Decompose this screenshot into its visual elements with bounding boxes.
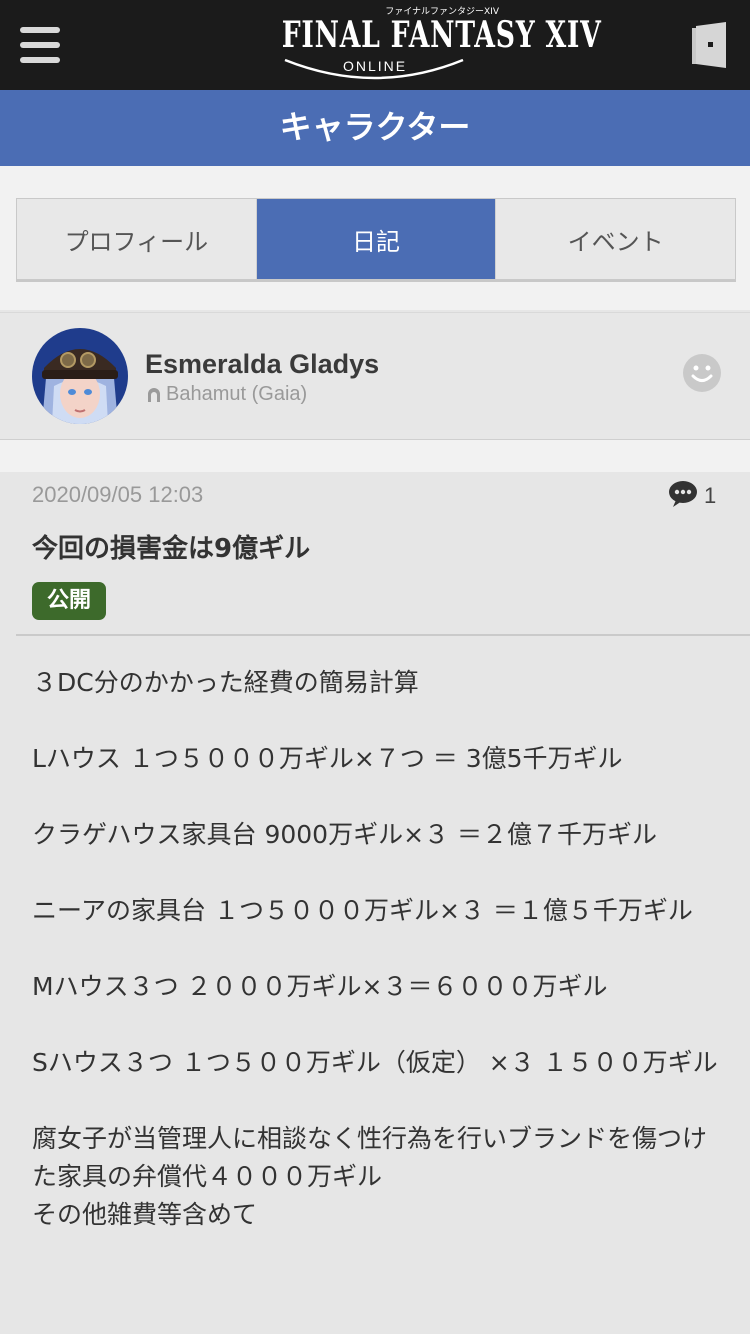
character-name[interactable]: Esmeralda Gladys (145, 349, 379, 380)
world-name: Bahamut (Gaia) (166, 383, 308, 405)
spacer (0, 440, 750, 472)
entry-paragraph: Lハウス １つ５０００万ギル×７つ ＝ 3億5千万ギル (32, 744, 623, 773)
entry-paragraph: Mハウス３つ ２０００万ギル×３＝６０００万ギル (32, 972, 608, 1001)
top-bar: ファイナルファンタジーXIV FINAL FANTASY XIV ONLINE (0, 0, 750, 90)
divider (16, 634, 750, 636)
character-card: Esmeralda Gladys Bahamut (Gaia) (0, 312, 750, 441)
comment-link[interactable]: 1 (668, 480, 717, 512)
entry-paragraph: クラゲハウス家具台 9000万ギル×３ ＝２億７千万ギル (32, 820, 657, 849)
entry-paragraph: ニーアの家具台 １つ５０００万ギル×３ ＝１億５千万ギル (32, 896, 693, 925)
logo-title: FINAL FANTASY XIV (281, 14, 602, 56)
section-title: キャラクター (0, 90, 750, 166)
comment-count: 1 (704, 483, 717, 508)
entry-date: 2020/09/05 12:03 (32, 482, 204, 507)
entry-title[interactable]: 今回の損害金は9億ギル (32, 528, 310, 565)
entry-body: ３DC分のかかった経費の簡易計算 Lハウス １つ５０００万ギル×７つ ＝ 3億5… (32, 664, 722, 1272)
entry-paragraph: Sハウス３つ １つ５００万ギル（仮定） ×３ １５００万ギル (32, 1048, 718, 1077)
tab-bar: プロフィール 日記 イベント (16, 198, 736, 280)
tabs-area: プロフィール 日記 イベント (0, 166, 750, 310)
visibility-badge: 公開 (32, 582, 107, 620)
diary-entry: 2020/09/05 12:03 1 今回の損害金は9億ギル 公開 ３DC分のか… (0, 472, 750, 1334)
tab-diary[interactable]: 日記 (256, 199, 497, 279)
speech-bubble-icon (668, 480, 698, 512)
avatar[interactable] (32, 328, 128, 424)
smiley-icon[interactable] (682, 353, 722, 393)
tab-profile[interactable]: プロフィール (17, 199, 257, 279)
entry-paragraph: ３DC分のかかった経費の簡易計算 (32, 668, 419, 697)
hamburger-menu-icon[interactable] (20, 27, 60, 63)
world-info: Bahamut (Gaia) (146, 383, 307, 408)
home-world-icon (146, 385, 162, 408)
site-logo[interactable]: ファイナルファンタジーXIV FINAL FANTASY XIV ONLINE (245, 4, 602, 86)
tab-event[interactable]: イベント (496, 199, 735, 279)
logo-subtitle: ONLINE (342, 58, 408, 74)
entry-paragraph: 腐女子が当管理人に相談なく性行為を行いブランドを傷つけた家具の弁償代４０００万ギ… (32, 1124, 708, 1229)
door-login-icon[interactable] (690, 20, 730, 70)
